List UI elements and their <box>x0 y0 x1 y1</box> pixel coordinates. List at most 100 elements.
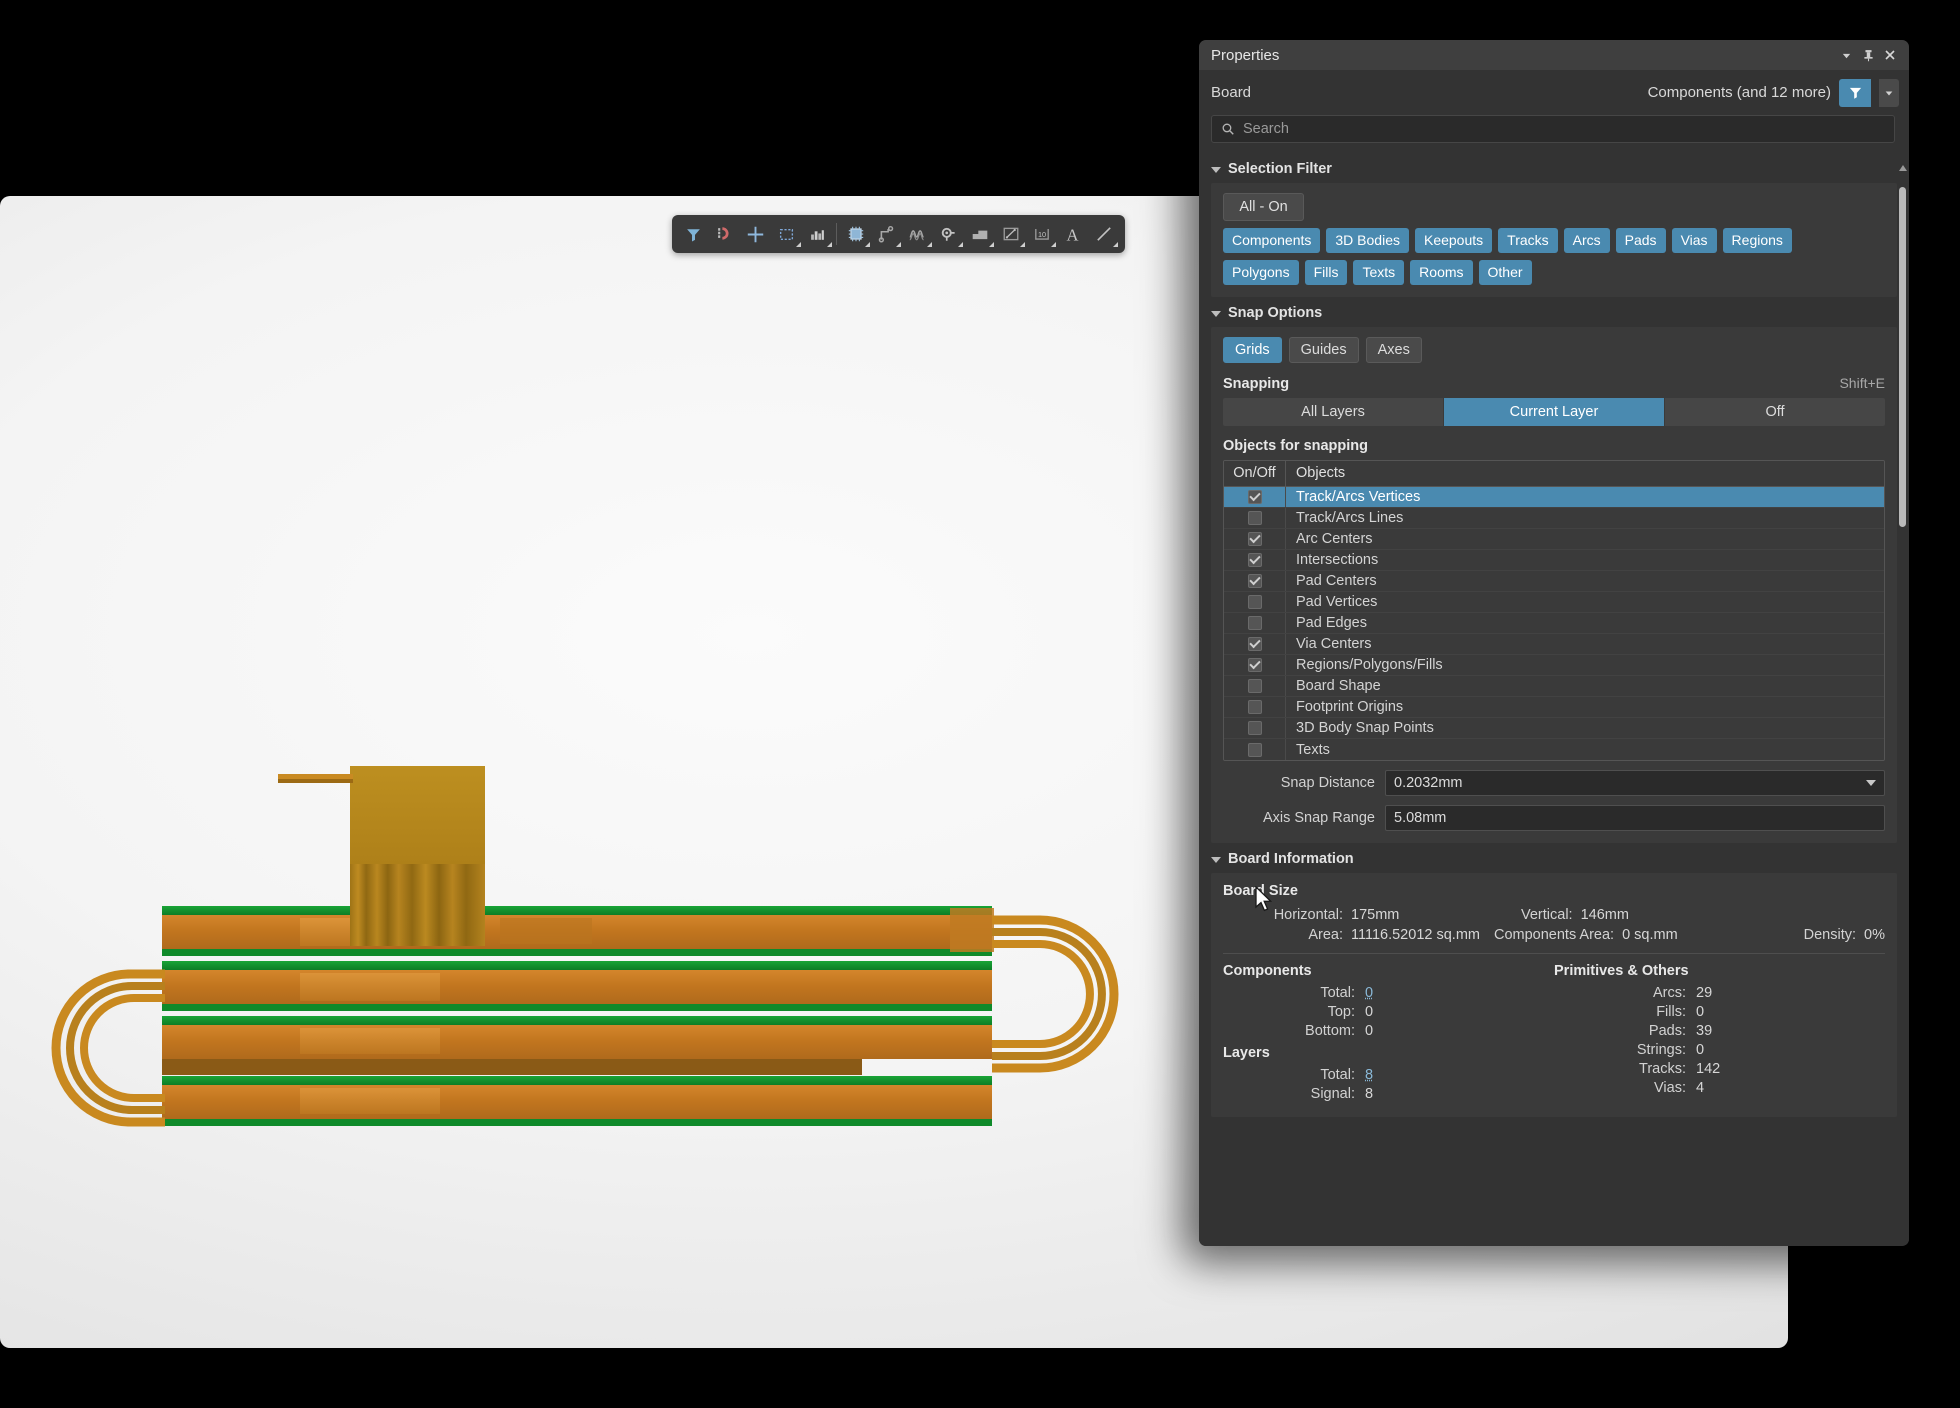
filter-dropdown-button[interactable] <box>1879 79 1899 107</box>
filter-chip-pads[interactable]: Pads <box>1616 228 1666 253</box>
checkbox-unchecked-icon[interactable] <box>1248 700 1262 714</box>
pin-icon[interactable] <box>1857 44 1879 66</box>
filter-chip-components[interactable]: Components <box>1223 228 1320 253</box>
table-row[interactable]: Texts <box>1224 739 1884 760</box>
snap-checkbox-cell[interactable] <box>1224 571 1286 591</box>
line-button[interactable] <box>1088 219 1119 249</box>
text-button[interactable]: A <box>1057 219 1088 249</box>
checkbox-unchecked-icon[interactable] <box>1248 511 1262 525</box>
close-icon[interactable] <box>1879 44 1901 66</box>
filter-chip-other[interactable]: Other <box>1479 260 1532 285</box>
snap-checkbox-cell[interactable] <box>1224 676 1286 696</box>
search-box[interactable] <box>1211 115 1895 143</box>
board-information-header[interactable]: Board Information <box>1199 843 1909 873</box>
snapping-seg-current-layer[interactable]: Current Layer <box>1444 398 1665 426</box>
differential-pair-button[interactable] <box>902 219 933 249</box>
table-row[interactable]: Pad Edges <box>1224 613 1884 634</box>
magnet-snap-button[interactable] <box>709 219 740 249</box>
rigid-board-3 <box>162 1016 992 1075</box>
filter-funnel-button[interactable] <box>1839 79 1871 107</box>
snap-checkbox-cell[interactable] <box>1224 487 1286 507</box>
measure-button[interactable]: 10 <box>1026 219 1057 249</box>
chip-component-button[interactable] <box>840 219 871 249</box>
layer-stack-button[interactable] <box>802 219 833 249</box>
table-row[interactable]: Intersections <box>1224 550 1884 571</box>
filter-chip-tracks[interactable]: Tracks <box>1498 228 1557 253</box>
snap-checkbox-cell[interactable] <box>1224 613 1286 633</box>
table-row[interactable]: Track/Arcs Vertices <box>1224 487 1884 508</box>
filter-chip-arcs[interactable]: Arcs <box>1564 228 1610 253</box>
checkbox-checked-icon[interactable] <box>1248 532 1262 546</box>
snapping-seg-off[interactable]: Off <box>1665 398 1885 426</box>
table-row[interactable]: Footprint Origins <box>1224 697 1884 718</box>
filter-chip-3d-bodies[interactable]: 3D Bodies <box>1326 228 1409 253</box>
filter-chip-texts[interactable]: Texts <box>1353 260 1404 285</box>
snapping-seg-all-layers[interactable]: All Layers <box>1223 398 1444 426</box>
checkbox-unchecked-icon[interactable] <box>1248 721 1262 735</box>
view-toolbar[interactable]: 10 A <box>672 215 1125 253</box>
magnet-snap-icon <box>716 226 733 243</box>
snapping-segmented-control[interactable]: All Layers Current Layer Off <box>1223 398 1885 426</box>
checkbox-checked-icon[interactable] <box>1248 553 1262 567</box>
table-row[interactable]: Arc Centers <box>1224 529 1884 550</box>
snap-options-header[interactable]: Snap Options <box>1199 297 1909 327</box>
checkbox-checked-icon[interactable] <box>1248 574 1262 588</box>
filter-icon-button[interactable] <box>678 219 709 249</box>
snap-checkbox-cell[interactable] <box>1224 739 1286 760</box>
snap-checkbox-cell[interactable] <box>1224 508 1286 528</box>
table-row[interactable]: Via Centers <box>1224 634 1884 655</box>
panel-scroll-area[interactable]: Selection Filter All - On Components 3D … <box>1199 153 1909 1246</box>
snap-mode-axes[interactable]: Axes <box>1366 337 1422 363</box>
filter-chip-rooms[interactable]: Rooms <box>1410 260 1472 285</box>
search-input[interactable] <box>1243 121 1885 137</box>
checkbox-unchecked-icon[interactable] <box>1248 679 1262 693</box>
checkbox-checked-icon[interactable] <box>1248 658 1262 672</box>
all-on-button[interactable]: All - On <box>1223 193 1304 221</box>
table-row[interactable]: Track/Arcs Lines <box>1224 508 1884 529</box>
selection-rect-button[interactable] <box>771 219 802 249</box>
filter-chip-keepouts[interactable]: Keepouts <box>1415 228 1492 253</box>
dimension-button[interactable] <box>995 219 1026 249</box>
snap-checkbox-cell[interactable] <box>1224 697 1286 717</box>
snap-checkbox-cell[interactable] <box>1224 655 1286 675</box>
panel-scrollbar-thumb[interactable] <box>1899 187 1906 527</box>
polygon-pour-button[interactable] <box>964 219 995 249</box>
snap-checkbox-cell[interactable] <box>1224 592 1286 612</box>
checkbox-checked-icon[interactable] <box>1248 490 1262 504</box>
table-row[interactable]: 3D Body Snap Points <box>1224 718 1884 739</box>
table-row[interactable]: Regions/Polygons/Fills <box>1224 655 1884 676</box>
area-value: 11116.52012 sq.mm <box>1351 927 1480 943</box>
via-pad-button[interactable] <box>933 219 964 249</box>
table-row[interactable]: Board Shape <box>1224 676 1884 697</box>
scroll-up-arrow-icon[interactable] <box>1899 165 1907 171</box>
checkbox-unchecked-icon[interactable] <box>1248 595 1262 609</box>
panel-menu-chevron-down-icon[interactable] <box>1835 44 1857 66</box>
checkbox-unchecked-icon[interactable] <box>1248 616 1262 630</box>
object-kind-label: Board <box>1211 84 1251 101</box>
components-total-value[interactable]: 0 <box>1365 985 1373 1001</box>
checkbox-checked-icon[interactable] <box>1248 637 1262 651</box>
filter-chip-polygons[interactable]: Polygons <box>1223 260 1299 285</box>
filter-chip-fills[interactable]: Fills <box>1305 260 1348 285</box>
table-row[interactable]: Pad Centers <box>1224 571 1884 592</box>
checkbox-unchecked-icon[interactable] <box>1248 743 1262 757</box>
filter-chip-regions[interactable]: Regions <box>1723 228 1792 253</box>
snap-checkbox-cell[interactable] <box>1224 718 1286 738</box>
snap-checkbox-cell[interactable] <box>1224 529 1286 549</box>
vias-label: Vias: <box>1554 1080 1686 1096</box>
snap-checkbox-cell[interactable] <box>1224 550 1286 570</box>
snap-mode-guides[interactable]: Guides <box>1289 337 1359 363</box>
strings-value: 0 <box>1696 1042 1704 1058</box>
snap-objects-table[interactable]: On/Off Objects Track/Arcs Vertices Track… <box>1223 460 1885 761</box>
snap-checkbox-cell[interactable] <box>1224 634 1286 654</box>
crosshair-button[interactable] <box>740 219 771 249</box>
snap-distance-dropdown[interactable]: 0.2032mm <box>1385 770 1885 796</box>
table-row[interactable]: Pad Vertices <box>1224 592 1884 613</box>
filter-chip-vias[interactable]: Vias <box>1672 228 1717 253</box>
panel-scrollbar[interactable] <box>1898 157 1907 1242</box>
selection-filter-header[interactable]: Selection Filter <box>1199 153 1909 183</box>
route-trace-button[interactable] <box>871 219 902 249</box>
axis-snap-range-input[interactable]: 5.08mm <box>1385 805 1885 831</box>
layers-total-value[interactable]: 8 <box>1365 1067 1373 1083</box>
snap-mode-grids[interactable]: Grids <box>1223 337 1282 363</box>
